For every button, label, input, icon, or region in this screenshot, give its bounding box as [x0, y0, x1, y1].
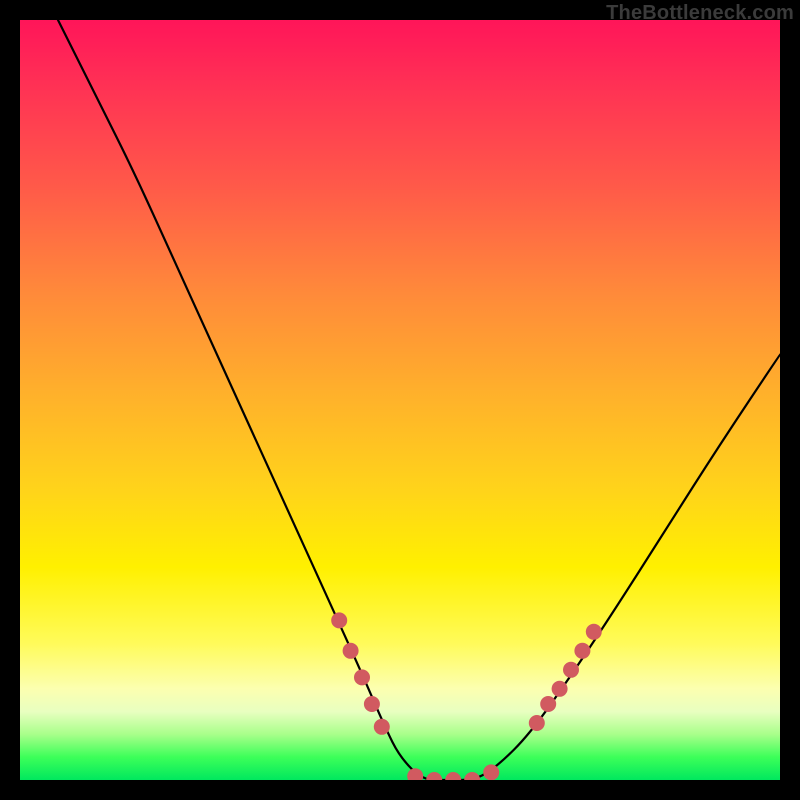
highlight-dot — [464, 772, 480, 780]
highlight-dot — [426, 772, 442, 780]
bottleneck-curve — [58, 20, 780, 780]
highlight-dot — [586, 624, 602, 640]
highlight-dot — [529, 715, 545, 731]
highlight-dot — [574, 643, 590, 659]
plot-area — [20, 20, 780, 780]
highlight-dot — [483, 764, 499, 780]
curve-layer — [20, 20, 780, 780]
watermark-text: TheBottleneck.com — [606, 2, 794, 25]
highlight-dot — [445, 772, 461, 780]
highlight-dot — [563, 662, 579, 678]
highlight-dot — [343, 643, 359, 659]
highlight-dot — [364, 696, 380, 712]
highlight-dots — [331, 612, 602, 780]
highlight-dot — [354, 669, 370, 685]
chart-frame — [20, 20, 780, 780]
highlight-dot — [374, 719, 390, 735]
highlight-dot — [331, 612, 347, 628]
highlight-dot — [407, 768, 423, 780]
highlight-dot — [552, 681, 568, 697]
highlight-dot — [540, 696, 556, 712]
